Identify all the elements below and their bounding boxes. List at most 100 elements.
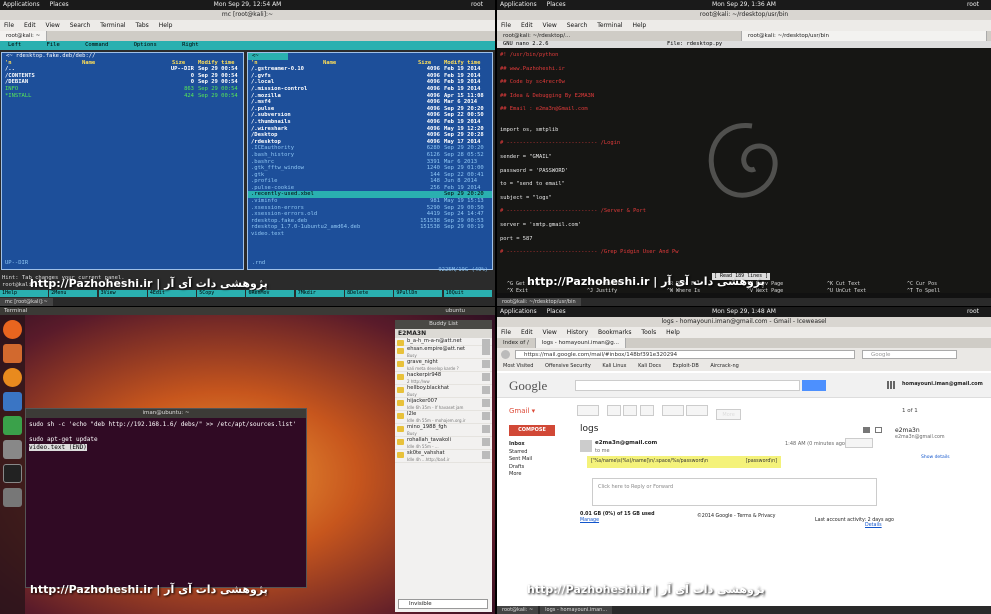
back-to-inbox-button[interactable] xyxy=(577,405,599,416)
buddy-row[interactable]: ehsan.empire@att.net Busy xyxy=(395,346,492,359)
taskbar-item[interactable]: mc [root@kali]:~ xyxy=(0,298,53,306)
folder-starred[interactable]: Starred xyxy=(509,449,532,457)
menu-view[interactable]: View xyxy=(543,22,557,29)
shortcut-5-1[interactable]: ^T To Spell xyxy=(907,288,940,295)
table-row[interactable]: *INSTALL 424 Sep 29 00:54 xyxy=(2,93,243,100)
shortcut-2-1[interactable]: ^W Where Is xyxy=(667,288,703,295)
fkey-5[interactable]: 5Copy xyxy=(197,290,246,297)
table-row[interactable]: /rdesktop 4096 May 17 2014 xyxy=(248,139,492,146)
menu-edit[interactable]: Edit xyxy=(521,22,533,29)
show-details-link[interactable]: Show details xyxy=(921,455,950,460)
table-row[interactable]: /.subversion 4096 Sep 22 00:50 xyxy=(248,112,492,119)
status-selector[interactable]: Invisible xyxy=(398,599,488,609)
table-row[interactable]: /DEBIAN 0 Sep 29 00:54 xyxy=(2,79,243,86)
places-menu[interactable]: Places xyxy=(50,1,69,8)
taskbar-item-browser[interactable]: logs - homayouni.iman... xyxy=(540,606,613,614)
menu-terminal[interactable]: Terminal xyxy=(100,22,125,29)
tab-terminal[interactable]: root@kali: ~ xyxy=(0,31,48,41)
buddy-row[interactable]: hijacker007 Idle 6h 35m - If havaset jam xyxy=(395,398,492,411)
shortcut-4-1[interactable]: ^U UnCut Text xyxy=(827,288,866,295)
mc-menu-left[interactable]: Left xyxy=(8,42,21,48)
table-row[interactable]: /.gvfs 4096 Feb 19 2014 xyxy=(248,73,492,80)
menu-edit[interactable]: Edit xyxy=(24,22,36,29)
applications-menu[interactable]: Applications xyxy=(500,308,537,315)
taskbar-item-terminal[interactable]: root@kali: ~ xyxy=(497,606,539,614)
buddy-row[interactable]: hackerpir948 2 http://ww xyxy=(395,372,492,385)
buddy-row[interactable]: sk0te_vahshat Idle 4h ...http://ba4.ir xyxy=(395,450,492,463)
table-row[interactable]: /.local 4096 Feb 19 2014 xyxy=(248,79,492,86)
table-row[interactable]: .viminfo 981 May 19 15:13 xyxy=(248,198,492,205)
menu-tools[interactable]: Tools xyxy=(641,329,656,336)
gmail-search-input[interactable] xyxy=(575,380,800,391)
table-row[interactable]: .recently-used.xbel Sep 29 20:20 xyxy=(248,191,492,199)
table-row[interactable]: /.wireshark 4096 May 19 12:20 xyxy=(248,126,492,133)
shortcut-1-1[interactable]: ^J Justify xyxy=(587,288,620,295)
folder-drafts[interactable]: Drafts xyxy=(509,464,532,472)
applications-menu[interactable]: Applications xyxy=(3,1,40,8)
col-name[interactable]: Name xyxy=(323,60,336,67)
menu-view[interactable]: View xyxy=(46,22,60,29)
fkey-6[interactable]: 6RenMov xyxy=(246,290,295,297)
nano-editor[interactable]: GNU nano 2.2.6 File: rdesktop.py #! /usr… xyxy=(497,41,991,295)
user-menu[interactable]: root xyxy=(967,0,979,10)
buddy-row[interactable]: hellboy.blackhat Busy xyxy=(395,385,492,398)
menu-file[interactable]: File xyxy=(501,329,511,336)
archive-button[interactable] xyxy=(607,405,622,416)
table-row[interactable]: /.msf4 4096 Mar 6 2014 xyxy=(248,99,492,106)
mc-menu-options[interactable]: Options xyxy=(134,42,157,48)
menu-file[interactable]: File xyxy=(501,22,511,29)
col-time[interactable]: Modify time xyxy=(444,60,480,67)
menu-terminal[interactable]: Terminal xyxy=(597,22,622,29)
manage-link[interactable]: Manage xyxy=(580,518,599,523)
move-to-button[interactable] xyxy=(661,405,684,416)
buddy-row[interactable]: b_a-h_m-a-n@att.net xyxy=(395,338,492,347)
menu-view[interactable]: View xyxy=(543,329,557,336)
table-row[interactable]: /.gstreamer-0.10 4096 Feb 19 2014 xyxy=(248,66,492,73)
trash-icon[interactable] xyxy=(3,488,22,507)
sender-email[interactable]: e2ma3n@gmail.com xyxy=(595,440,657,446)
dash-icon[interactable] xyxy=(3,320,22,339)
table-row[interactable]: /.mission-control 4096 Feb 19 2014 xyxy=(248,86,492,93)
spam-button[interactable] xyxy=(623,405,638,416)
table-row[interactable]: rdesktop_1.7.0-1ubuntu2_amd64.deb 151538 S… xyxy=(248,224,492,231)
reply-box[interactable]: Click here to Reply or Forward xyxy=(592,478,877,506)
buddy-row[interactable]: mino_1988_fgh Busy xyxy=(395,424,492,437)
menu-help[interactable]: Help xyxy=(159,22,173,29)
bookmark-most-visited[interactable]: Most Visited xyxy=(503,363,533,369)
fkey-8[interactable]: 8Delete xyxy=(345,290,394,297)
table-row[interactable]: .bash_history 6126 Sep 28 05:52 xyxy=(248,152,492,159)
back-button[interactable] xyxy=(501,350,510,359)
bookmark-aircrack[interactable]: Aircrack-ng xyxy=(710,363,738,369)
libreoffice-calc-icon[interactable] xyxy=(3,416,22,435)
delete-button[interactable] xyxy=(639,405,654,416)
compose-button[interactable]: COMPOSE xyxy=(509,425,555,436)
to-me[interactable]: to me xyxy=(595,448,610,454)
places-menu[interactable]: Places xyxy=(547,308,566,315)
settings-icon[interactable] xyxy=(3,440,22,459)
mc-menu-command[interactable]: Command xyxy=(85,42,108,48)
table-row[interactable]: /.pulse 4096 Sep 29 20:20 xyxy=(248,106,492,113)
table-row[interactable]: /Desktop 4096 Sep 29 20:28 xyxy=(248,132,492,139)
menu-bookmarks[interactable]: Bookmarks xyxy=(598,329,632,336)
print-icon[interactable] xyxy=(863,427,870,433)
folder-inbox[interactable]: Inbox xyxy=(509,441,532,449)
folder-sent-mail[interactable]: Sent Mail xyxy=(509,456,532,464)
table-row[interactable]: rdesktop.fake.deb 151538 Sep 29 00:53 xyxy=(248,218,492,225)
user-menu[interactable]: root xyxy=(471,0,483,10)
shortcut-3-1[interactable]: ^V Next Page xyxy=(747,288,783,295)
details-link[interactable]: Details xyxy=(865,523,882,528)
table-row[interactable]: .xsession-errors.old 4419 Sep 24 14:47 xyxy=(248,211,492,218)
session-user[interactable]: ubuntu xyxy=(445,307,465,315)
menu-search[interactable]: Search xyxy=(567,22,588,29)
table-row[interactable]: .ICEauthority 6280 Sep 29 20:20 xyxy=(248,145,492,152)
more-button[interactable]: More xyxy=(716,409,741,420)
terminal-icon[interactable] xyxy=(3,464,22,483)
table-row[interactable]: /CONTENTS 0 Sep 29 00:54 xyxy=(2,73,243,80)
shortcut-0-1[interactable]: ^X Exit xyxy=(507,288,540,295)
bookmark-offensive-security[interactable]: Offensive Security xyxy=(545,363,591,369)
table-row[interactable]: INFO 863 Sep 29 00:54 xyxy=(2,86,243,93)
google-logo[interactable]: Google xyxy=(509,378,547,394)
ubuntu-terminal[interactable]: iman@ubuntu: ~ sudo sh -c 'echo "deb htt… xyxy=(25,408,307,588)
mc-menu-file[interactable]: File xyxy=(47,42,60,48)
url-bar[interactable]: https://mail.google.com/mail/#inbox/148b… xyxy=(515,350,855,359)
